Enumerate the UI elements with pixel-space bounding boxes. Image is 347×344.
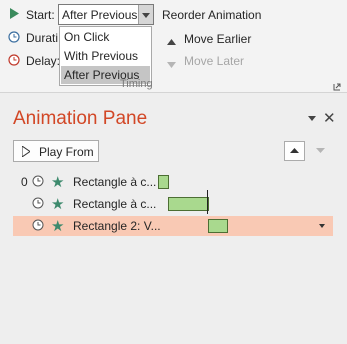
clock-icon bbox=[32, 197, 44, 212]
play-icon bbox=[22, 146, 30, 157]
reorder-animation-title: Reorder Animation bbox=[162, 8, 262, 22]
row-name: Rectangle 2: V... bbox=[73, 219, 161, 233]
move-later-button[interactable]: Move Later bbox=[164, 52, 264, 69]
clock-icon bbox=[8, 31, 20, 46]
animation-row-selected[interactable]: ★ Rectangle 2: V... bbox=[13, 216, 333, 236]
row-name: Rectangle à c... bbox=[73, 197, 157, 211]
triangle-up-icon bbox=[290, 148, 299, 153]
play-triangle-icon bbox=[10, 8, 19, 22]
triangle-down-icon bbox=[167, 57, 176, 71]
play-from-button[interactable]: Play From bbox=[13, 140, 99, 162]
timeline-bar[interactable] bbox=[208, 219, 228, 233]
divider bbox=[0, 92, 347, 93]
timeline-bar[interactable] bbox=[158, 175, 169, 189]
start-dropdown-list: On Click With Previous After Previous bbox=[59, 26, 152, 86]
close-icon[interactable]: ✕ bbox=[323, 109, 336, 127]
start-select-value: After Previous bbox=[62, 8, 138, 22]
timeline-bar[interactable] bbox=[168, 197, 209, 211]
triangle-down-icon bbox=[316, 148, 325, 153]
triangle-up-icon bbox=[167, 34, 176, 48]
delay-label: Delay: bbox=[26, 54, 61, 68]
duration-label: Durati bbox=[26, 31, 59, 45]
clock-icon bbox=[32, 175, 44, 190]
timeline-marker bbox=[207, 190, 208, 214]
animation-row[interactable]: 0 ★ Rectangle à c... bbox=[13, 172, 333, 192]
pane-options-icon[interactable] bbox=[307, 112, 317, 121]
chevron-down-icon[interactable] bbox=[138, 5, 153, 24]
star-icon: ★ bbox=[51, 218, 65, 235]
move-later-label: Move Later bbox=[184, 54, 245, 68]
row-name: Rectangle à c... bbox=[73, 175, 157, 189]
option-with-previous[interactable]: With Previous bbox=[61, 47, 150, 65]
delay-clock-icon bbox=[8, 54, 20, 69]
row-number: 0 bbox=[21, 175, 28, 189]
move-earlier-label: Move Earlier bbox=[184, 32, 252, 46]
dialog-launcher-icon[interactable] bbox=[333, 80, 341, 91]
clock-icon bbox=[32, 219, 44, 234]
start-select[interactable]: After Previous bbox=[58, 4, 154, 25]
pane-title: Animation Pane bbox=[13, 108, 148, 129]
star-icon: ★ bbox=[51, 174, 65, 191]
animation-row[interactable]: ★ Rectangle à c... bbox=[13, 190, 333, 214]
option-on-click[interactable]: On Click bbox=[61, 28, 150, 46]
move-earlier-button[interactable]: Move Earlier bbox=[164, 30, 264, 47]
move-up-button[interactable] bbox=[284, 141, 305, 161]
play-from-label: Play From bbox=[39, 145, 94, 159]
timing-group-label: Timing bbox=[120, 78, 153, 90]
move-down-button[interactable] bbox=[311, 141, 332, 161]
start-label: Start: bbox=[26, 8, 55, 22]
star-icon: ★ bbox=[51, 196, 65, 213]
chevron-down-icon[interactable] bbox=[319, 224, 325, 228]
